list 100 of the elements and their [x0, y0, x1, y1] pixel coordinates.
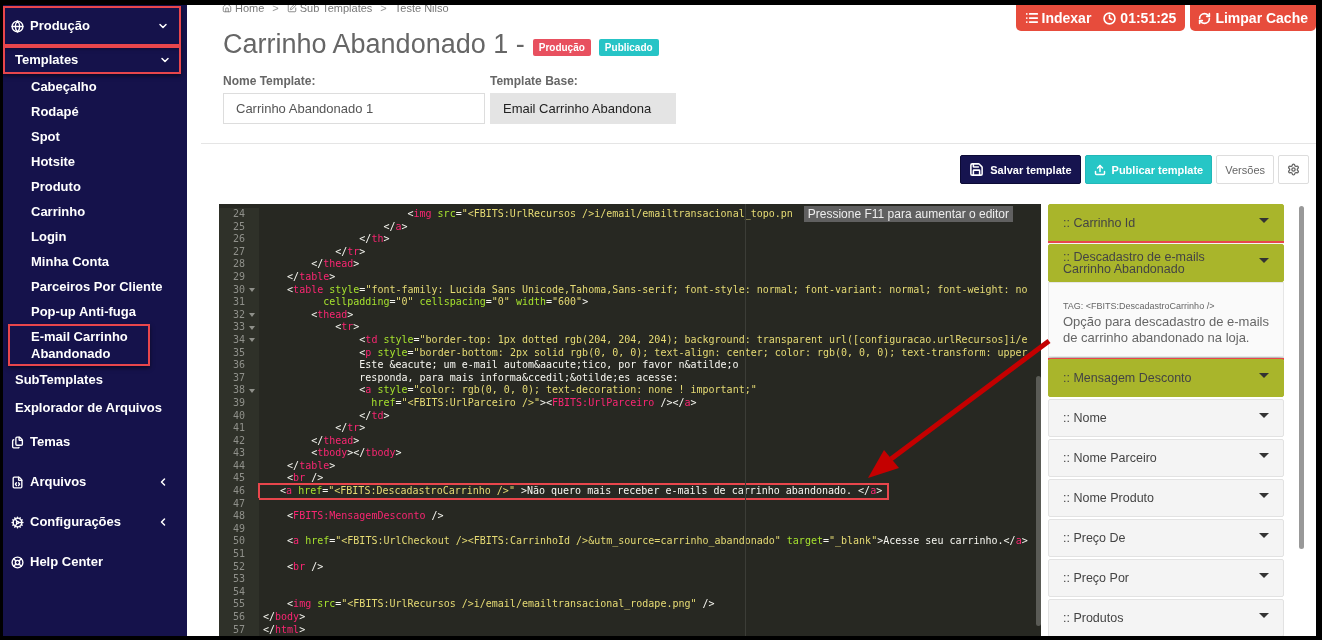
sidebar-item[interactable]: Produção [3, 6, 181, 46]
code-line: cellpadding="0" cellspacing="0" width="600"> [322, 296, 589, 309]
line-number: 32 [232, 308, 245, 322]
clear-cache-button[interactable]: Limpar Cache [1190, 5, 1316, 31]
line-number: 28 [232, 258, 245, 271]
refresh-icon [1198, 11, 1212, 25]
sidebar-item[interactable]: Configurações [3, 502, 181, 542]
accordion-header[interactable]: :: Produtos [1048, 599, 1284, 636]
code-line: </thead> [310, 258, 360, 271]
home-icon [222, 5, 232, 13]
sidebar-item[interactable]: SubTemplates [3, 366, 181, 394]
line-number: 45 [232, 472, 245, 486]
code-line: href="<FBITS:UrlParceiro />"><FBITS:UrlParceiro /></a> [370, 396, 697, 410]
sidebar-item[interactable]: Temas [3, 422, 181, 462]
accordion-header[interactable]: :: Preço Por [1048, 559, 1284, 597]
code-line: </a> [382, 220, 408, 234]
line-number: 42 [232, 434, 245, 448]
index-button[interactable]: Indexar [1024, 10, 1092, 26]
breadcrumb-link[interactable]: Home [222, 5, 265, 14]
line-number: 33 [232, 321, 245, 334]
sidebar-item[interactable]: Minha Conta [8, 249, 123, 274]
scrollbar-thumb[interactable] [1299, 206, 1304, 549]
caret-icon [1259, 453, 1269, 458]
code-line: </html> [262, 623, 306, 636]
line-number: 47 [232, 497, 245, 511]
accordion-header[interactable]: :: Nome Parceiro [1048, 439, 1284, 477]
sidebar-item[interactable]: Produto [8, 174, 95, 199]
code-line: <thead> [310, 308, 354, 322]
status-badge: Produção [532, 38, 591, 56]
sidebar-item[interactable]: Hotsite [8, 149, 90, 174]
accordion-header[interactable]: :: Mensagem Desconto [1048, 359, 1284, 397]
code-line: </table> [286, 270, 336, 284]
sidebar-item[interactable]: Cabeçalho [8, 74, 111, 99]
line-number: 54 [232, 585, 245, 599]
line-number: 50 [232, 535, 245, 549]
line-number: 31 [232, 296, 245, 309]
breadcrumb-link[interactable]: Sub Templates [286, 5, 373, 14]
sidebar-item[interactable]: Rodapé [8, 99, 93, 124]
sidebar-item[interactable]: Pop-up Anti-fuga [8, 299, 150, 324]
page-title: Carrinho Abandonado 1 - [223, 28, 525, 60]
code-line: <tbody></tbody> [310, 447, 402, 460]
sidebar-item[interactable]: Arquivos [3, 462, 181, 502]
line-number: 30 [232, 283, 245, 297]
scrollbar-thumb[interactable] [1036, 376, 1041, 626]
code-line: <a href="<FBITS:UrlCheckout /><FBITS:CarrinhoId />&utm_source=carrinho_abandonado" target="_blank">Acesse seu carrinho.</a> [286, 535, 1028, 549]
fold-arrow-icon[interactable] [248, 338, 255, 343]
code-line: <a style="color: rgb(0, 0, 0); text-decoration: none ! important;" [358, 384, 757, 397]
fold-arrow-icon[interactable] [248, 287, 255, 292]
line-number: 25 [232, 220, 245, 234]
code-line: <table style="font-family: Lucida Sans Unicode,Tahoma,Sans-serif; font-style: normal; font-variant: normal; font-weight: no [286, 283, 1028, 297]
sidebar-item[interactable]: Login [8, 224, 81, 249]
sidebar-item[interactable]: Spot [8, 124, 74, 149]
versions-button[interactable]: Versões [1216, 155, 1274, 184]
timer: 01:51:25 [1103, 10, 1177, 26]
fold-arrow-icon[interactable] [248, 313, 255, 318]
accordion-header[interactable]: :: Preço De [1048, 519, 1284, 557]
line-number: 57 [232, 623, 245, 636]
caret-icon [1259, 413, 1269, 418]
code-editor[interactable] [219, 204, 1041, 636]
sidebar-item[interactable]: Help Center [3, 542, 181, 582]
code-line: </tr> [334, 422, 366, 435]
accordion-header[interactable]: :: Nome Produto [1048, 479, 1284, 517]
breadcrumb-link[interactable]: Teste Nilso [394, 5, 449, 14]
input-field[interactable]: Carrinho Abandonado 1 [223, 93, 485, 124]
accordion-header[interactable]: :: Nome [1048, 399, 1284, 437]
sidebar-item[interactable]: Templates [3, 46, 181, 74]
clock-icon [1103, 11, 1117, 25]
code-line: </tr> [334, 245, 366, 259]
fold-arrow-icon[interactable] [248, 325, 255, 330]
line-number: 51 [232, 548, 245, 561]
save-button[interactable]: Salvar template [960, 155, 1081, 184]
sidebar-item[interactable]: Explorador de Arquivos [3, 394, 181, 422]
edit-icon [286, 5, 297, 13]
caret-icon [1259, 613, 1269, 618]
sidebar-item[interactable]: Parceiros Por Cliente [8, 274, 177, 299]
fold-arrow-icon[interactable] [248, 388, 255, 393]
gears-icon [11, 515, 24, 529]
code-line: <img src="<FBITS:UrlRecursos />i/email/emailtransacional_rodape.png" /> [286, 598, 715, 611]
code-line: Este &eacute; um e-mail autom&aacute;tico, por favor n&atilde;o [358, 359, 739, 372]
caret-icon [1259, 573, 1269, 578]
sidebar-item[interactable]: Carrinho [8, 199, 100, 224]
code-line: <br /> [286, 472, 324, 486]
line-number: 27 [232, 245, 245, 259]
file-code-icon [11, 475, 24, 489]
code-line: <tr> [334, 321, 360, 334]
code-line: </body> [262, 611, 306, 624]
line-number: 39 [232, 396, 245, 410]
accordion-header[interactable]: :: Carrinho Id [1048, 204, 1284, 242]
line-number: 52 [232, 560, 245, 574]
accordion-header[interactable]: :: Descadastro de e-mails Carrinho Abandonado [1048, 244, 1284, 282]
upload-icon [1093, 163, 1106, 176]
status-badge: Publicado [598, 38, 659, 56]
settings-button[interactable] [1278, 155, 1309, 184]
line-number: 49 [232, 522, 245, 536]
code-line: <br /> [286, 560, 324, 574]
sidebar-item[interactable]: E-mail Carrinho Abandonado [8, 324, 150, 366]
caret-icon [1259, 533, 1269, 538]
line-number: 24 [232, 208, 245, 221]
line-number: 55 [232, 598, 245, 611]
code-line: </table> [286, 459, 336, 473]
